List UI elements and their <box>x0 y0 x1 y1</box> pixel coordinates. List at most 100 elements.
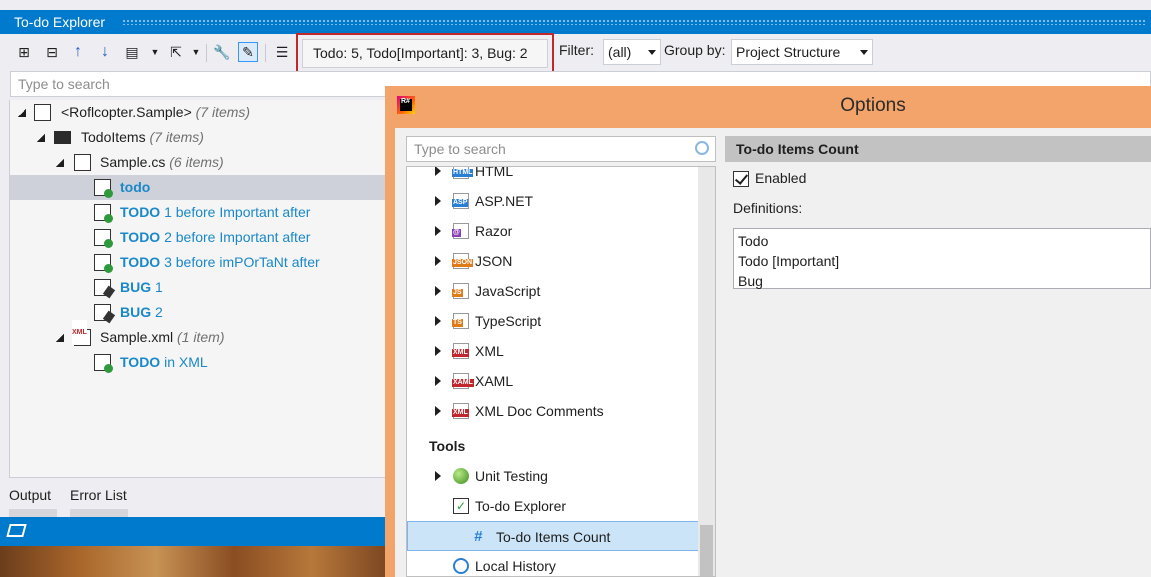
xaml-icon: XAML <box>452 373 474 389</box>
tools-label: Tools <box>429 438 466 454</box>
options-tree-scrollbar[interactable] <box>698 167 715 576</box>
expand-arrow-icon[interactable] <box>435 346 441 356</box>
tree-language-item[interactable]: JSON JSON <box>407 246 700 276</box>
typescript-icon: TS <box>452 313 469 329</box>
language-label: JSON <box>475 253 513 269</box>
tree-language-item[interactable]: @ Razor <box>407 216 700 246</box>
todo-items-count-label: To-do Items Count <box>496 529 611 545</box>
expand-arrow-icon[interactable] <box>18 109 26 117</box>
xml-file-icon: XML <box>72 320 91 346</box>
filter-combo[interactable]: (all) <box>603 39 661 65</box>
groupby-label: Group by: <box>664 42 726 58</box>
expand-arrow-icon[interactable] <box>435 256 441 266</box>
expand-arrow-icon[interactable] <box>56 334 64 342</box>
group-icon[interactable]: ▤ <box>122 42 142 62</box>
expand-arrow-icon[interactable] <box>37 134 45 142</box>
bug-icon <box>94 304 111 321</box>
tab-error-list[interactable]: Error List <box>70 487 127 503</box>
expand-arrow-icon[interactable] <box>435 376 441 386</box>
todo-list-icon[interactable]: ☰ <box>272 42 292 62</box>
tree-language-item[interactable]: XML XML <box>407 336 700 366</box>
xml-doc-icon: XML <box>452 403 469 419</box>
tree-bug-item[interactable]: BUG 2 <box>10 300 390 325</box>
definition-line: Todo <box>738 233 769 249</box>
group-dropdown-icon[interactable]: ▼ <box>145 42 165 62</box>
language-label: Razor <box>475 223 513 239</box>
tree-tools-group[interactable]: Tools <box>407 431 700 461</box>
enabled-label[interactable]: Enabled <box>755 170 806 186</box>
definitions-textarea[interactable]: Todo Todo [Important] Bug <box>733 228 1151 289</box>
expand-arrow-icon[interactable] <box>412 443 420 451</box>
filter-pin-icon[interactable]: ✎ <box>238 42 258 62</box>
tree-language-item[interactable]: XML XML Doc Comments <box>407 396 700 426</box>
tree-todo-item[interactable]: todo <box>10 175 390 200</box>
definitions-label: Definitions: <box>733 200 803 216</box>
tree-unit-testing[interactable]: Unit Testing <box>407 461 700 491</box>
file-count: (1 item) <box>177 329 225 345</box>
expand-arrow-icon[interactable] <box>434 503 442 511</box>
expand-arrow-icon[interactable] <box>435 406 441 416</box>
definition-line: Bug <box>738 273 763 289</box>
tree-todo-item[interactable]: TODO 2 before Important after <box>10 225 390 250</box>
options-search-input[interactable]: Type to search <box>406 136 716 162</box>
file-type-badge: JSON <box>452 259 474 267</box>
export-icon[interactable]: ⇱ <box>166 42 186 62</box>
file-type-badge: XAML <box>452 379 474 387</box>
xml-icon: XML <box>452 343 469 359</box>
tree-language-item[interactable]: XAML XAML <box>407 366 700 396</box>
wrench-icon[interactable]: 🔧 <box>212 42 232 62</box>
expand-arrow-icon[interactable] <box>435 226 441 236</box>
tree-language-item[interactable]: JS JavaScript <box>407 276 700 306</box>
tree-language-item[interactable]: ASP ASP.NET <box>407 186 700 216</box>
options-tree: HTML HTML ASP ASP.NET @ Razor JSON JSON JS JavaSc… <box>406 166 716 577</box>
language-label: JavaScript <box>475 283 541 299</box>
tree-todo-items-count[interactable]: # To-do Items Count <box>407 521 700 551</box>
scrollbar-thumb[interactable] <box>700 525 713 576</box>
previous-arrow-icon[interactable]: ↑ <box>68 42 88 62</box>
file-label: Sample.xml <box>100 329 174 345</box>
file-type-badge: ASP <box>452 199 469 207</box>
item-text: 2 before Important after <box>160 229 311 245</box>
expand-arrow-icon[interactable] <box>56 159 64 167</box>
project-count: (7 items) <box>195 104 251 120</box>
tree-todo-item[interactable]: TODO 1 before Important after <box>10 200 390 225</box>
language-label: TypeScript <box>475 313 542 329</box>
tab-output[interactable]: Output <box>9 487 51 503</box>
item-keyword: TODO <box>120 204 161 220</box>
tree-todo-item[interactable]: TODO in XML <box>10 350 390 375</box>
tree-folder-node[interactable]: TodoItems (7 items) <box>10 125 390 150</box>
expand-arrow-icon[interactable] <box>435 471 441 481</box>
expand-arrow-icon[interactable] <box>435 316 441 326</box>
tree-bug-item[interactable]: BUG 1 <box>10 275 390 300</box>
csharp-project-icon <box>34 104 51 121</box>
tree-local-history[interactable]: Local History <box>407 551 700 576</box>
file-type-badge: TS <box>452 319 463 327</box>
collapse-all-icon[interactable]: ⊟ <box>42 42 62 62</box>
project-label: <Roflcopter.Sample> <box>61 104 192 120</box>
expand-arrow-icon[interactable] <box>435 167 441 176</box>
razor-icon: @ <box>452 223 469 239</box>
language-label: HTML <box>475 166 514 179</box>
tree-language-item[interactable]: TS TypeScript <box>407 306 700 336</box>
toolbar-separator <box>265 44 266 62</box>
search-icon[interactable] <box>695 141 709 155</box>
tree-language-item[interactable]: HTML HTML <box>407 166 700 186</box>
tree-file-node[interactable]: XML Sample.xml (1 item) <box>10 320 390 350</box>
enabled-checkbox[interactable] <box>733 171 749 187</box>
language-label: XML Doc Comments <box>475 403 604 419</box>
expand-arrow-icon[interactable] <box>435 196 441 206</box>
options-title: Options <box>840 95 906 116</box>
tree-todo-item[interactable]: TODO 3 before imPOrTaNt after <box>10 250 390 275</box>
groupby-combo[interactable]: Project Structure <box>731 39 873 65</box>
export-dropdown-icon[interactable]: ▼ <box>186 42 206 62</box>
todo-explorer-label: To-do Explorer <box>475 498 567 514</box>
expand-arrow-icon[interactable] <box>435 286 441 296</box>
item-keyword: BUG <box>120 304 152 320</box>
tree-todo-explorer[interactable]: ✓ To-do Explorer <box>407 491 700 521</box>
file-type-badge: @ <box>452 229 461 237</box>
tree-project-node[interactable]: <Roflcopter.Sample> (7 items) <box>10 100 390 125</box>
expand-all-icon[interactable]: ⊞ <box>14 42 34 62</box>
tree-file-node[interactable]: Sample.cs (6 items) <box>10 150 390 175</box>
next-arrow-icon[interactable]: ↓ <box>95 42 115 62</box>
explorer-title-bar[interactable]: To-do Explorer <box>0 10 1151 34</box>
